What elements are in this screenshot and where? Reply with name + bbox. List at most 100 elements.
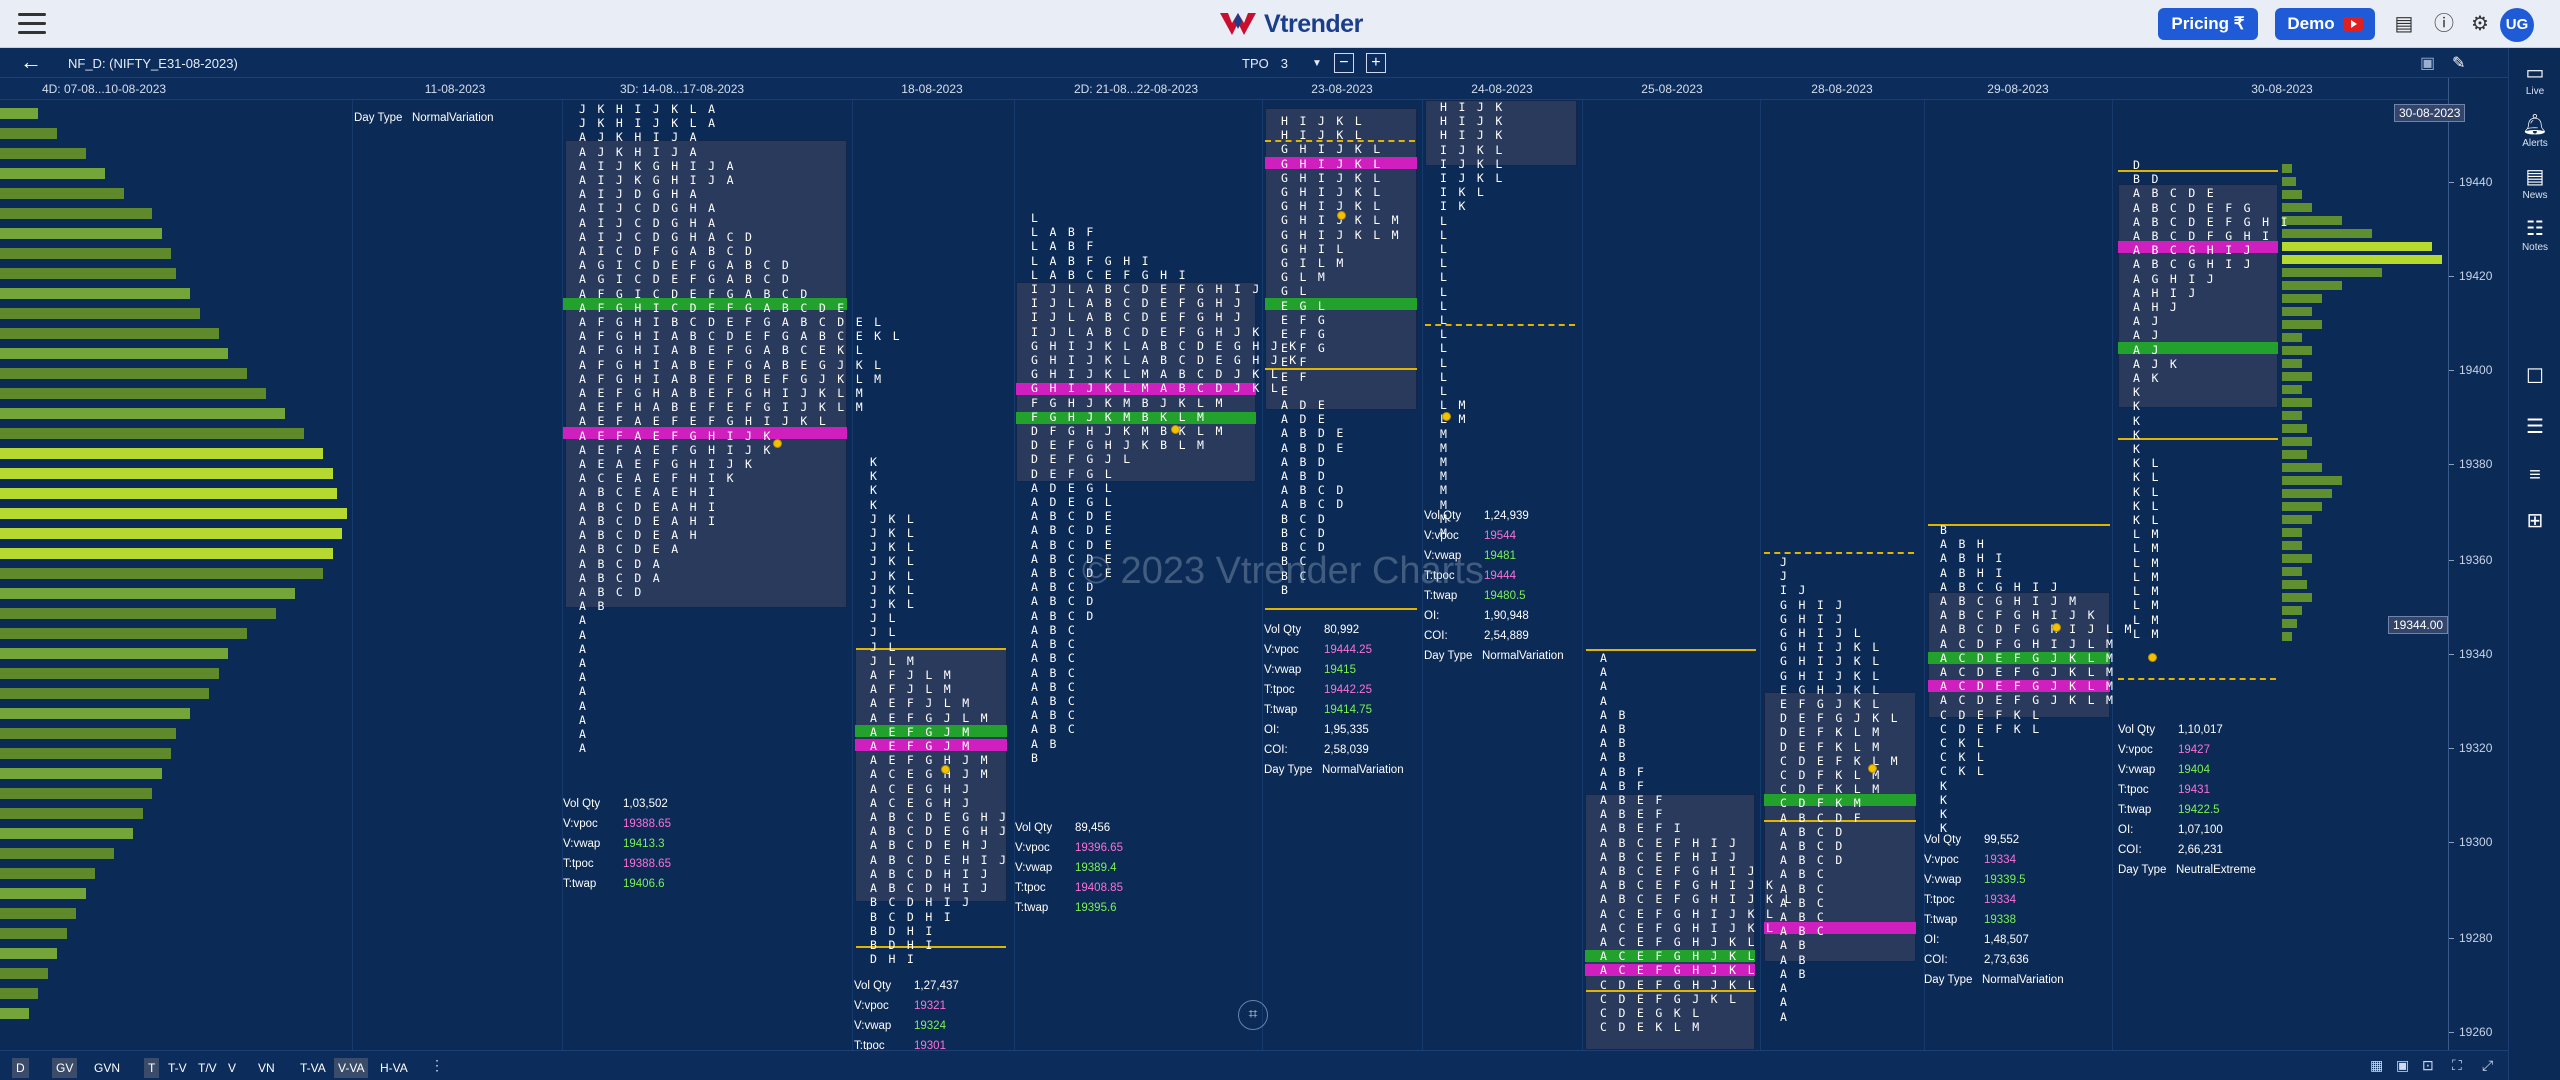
square-tool-icon[interactable]: ☐ xyxy=(2509,366,2560,388)
reset-icon[interactable]: ⊡ xyxy=(2422,1057,2434,1074)
save-icon[interactable]: ▣ xyxy=(2420,53,2435,73)
menu-icon[interactable] xyxy=(18,13,46,35)
volume-bar xyxy=(0,948,57,959)
volume-bar xyxy=(0,448,323,459)
document-icon[interactable]: ▤ xyxy=(2392,12,2416,36)
pricing-button[interactable]: Pricing ₹ xyxy=(2158,8,2258,40)
back-arrow-icon[interactable]: ← xyxy=(20,51,42,73)
volume-bar xyxy=(0,608,276,619)
date-label: 3D: 14-08...17-08-2023 xyxy=(619,82,745,96)
volume-bar xyxy=(0,848,114,859)
view-v-va-button[interactable]: V-VA xyxy=(334,1058,369,1078)
date-label: 11-08-2023 xyxy=(424,82,486,96)
volume-bar xyxy=(0,488,337,499)
tpo-select[interactable]: 3 ▼ xyxy=(1281,56,1322,71)
live-icon: ▭ xyxy=(2525,62,2545,84)
tpo-profile-28-08: J J I J G H I J G H I J G H I J L G H I … xyxy=(1780,555,1900,1024)
view-gv-button[interactable]: GV xyxy=(52,1058,78,1078)
view-d-button[interactable]: D xyxy=(12,1058,29,1078)
tpoc-dot xyxy=(1171,425,1180,434)
volume-bar xyxy=(0,828,133,839)
tpoc-dot xyxy=(2148,653,2157,662)
date-label: 4D: 07-08...10-08-2023 xyxy=(41,82,167,96)
price-axis[interactable]: 19440 19420 19400 19380 19360 19340 1932… xyxy=(2448,78,2508,1050)
y-tick: 19440 xyxy=(2448,175,2493,189)
date-marker: 30-08-2023 xyxy=(2394,104,2466,122)
zoom-in-button[interactable]: + xyxy=(1365,53,1386,73)
sidebar-item-alerts[interactable]: 🔔︎ Alerts xyxy=(2509,114,2560,149)
volume-bar xyxy=(0,708,190,719)
volume-bar xyxy=(0,728,176,739)
volume-bar xyxy=(0,868,95,879)
zoom-out-button[interactable]: − xyxy=(1333,53,1354,73)
volume-bar xyxy=(0,548,333,559)
volume-bar xyxy=(0,768,162,779)
volume-bar xyxy=(0,108,38,119)
image-icon[interactable]: ▣ xyxy=(2396,1057,2409,1074)
tpoc-dot xyxy=(1337,211,1346,220)
volume-bar xyxy=(2282,281,2342,290)
date-label: 29-08-2023 xyxy=(1987,82,2049,96)
logo-text: Vtrender xyxy=(1264,9,1363,38)
gear-icon[interactable]: ⚙ xyxy=(2468,12,2492,36)
stats-29-08: Vol Qty 1,10,017 V:vpoc 19427 V:vwap 19404 … xyxy=(2118,724,2256,876)
volume-bar xyxy=(0,168,105,179)
view-gvn-button[interactable]: GVN xyxy=(90,1058,124,1078)
volume-bar xyxy=(2282,255,2442,264)
volume-bar xyxy=(2282,476,2342,485)
demo-button[interactable]: Demo xyxy=(2275,8,2375,40)
view-vn-button[interactable]: VN xyxy=(254,1058,279,1078)
tpo-profile-3d: J K H I J K L A J K H I J K L A A J K H … xyxy=(579,102,902,756)
volume-bar xyxy=(0,1008,29,1019)
volume-bar xyxy=(0,348,228,359)
view-t-va-button[interactable]: T-VA xyxy=(296,1058,330,1078)
logo[interactable]: Vtrender xyxy=(1218,8,1363,40)
y-tick: 19420 xyxy=(2448,269,2493,283)
view-t-v-button[interactable]: T-V xyxy=(164,1058,191,1078)
y-tick: 19380 xyxy=(2448,457,2493,471)
stats-2d: Vol Qty 89,456 V:vpoc 19396.65 V:vwap 19389… xyxy=(1015,822,1123,914)
volume-bar xyxy=(0,568,323,579)
menu-tool-icon[interactable]: ≡ xyxy=(2509,464,2560,486)
volume-bar xyxy=(2282,268,2382,277)
volume-bar xyxy=(0,988,38,999)
volume-bar xyxy=(0,648,228,659)
table-icon[interactable]: ▦ xyxy=(2370,1057,2383,1074)
market-profile-chart[interactable]: 4D: 07-08...10-08-2023 11-08-2023 3D: 14… xyxy=(0,78,2508,1050)
news-icon: ▤ xyxy=(2525,166,2545,188)
y-tick: 19300 xyxy=(2448,835,2493,849)
volume-bar xyxy=(0,328,219,339)
fit-icon[interactable]: ⛶ xyxy=(2452,1057,2462,1074)
info-icon[interactable]: ⓘ xyxy=(2432,12,2456,36)
view-t-slash-v-button[interactable]: T/V xyxy=(194,1058,221,1078)
volume-bar xyxy=(0,508,347,519)
view-v-button[interactable]: V xyxy=(224,1058,240,1078)
y-tick: 19260 xyxy=(2448,1025,2493,1039)
sidebar-item-news[interactable]: ▤ News xyxy=(2509,166,2560,201)
volume-bar xyxy=(0,388,266,399)
y-tick: 19340 xyxy=(2448,647,2493,661)
tpo-label: TPO xyxy=(1242,55,1269,71)
sidebar-item-live[interactable]: ▭ Live xyxy=(2509,62,2560,97)
bottom-toolbar: D GV GVN T T-V T/V V VN T-VA V-VA H-VA ⋮… xyxy=(0,1050,2508,1080)
date-label: 25-08-2023 xyxy=(1641,82,1703,96)
day-type-header: Day Type NormalVariation xyxy=(354,112,494,124)
date-label: 2D: 21-08...22-08-2023 xyxy=(1073,82,1199,96)
more-options-icon[interactable]: ⋮ xyxy=(430,1057,444,1074)
tpo-profile-2d: L L A B F L A B F L A B F G H I L A B C … xyxy=(1031,211,1299,765)
volume-bar xyxy=(0,688,209,699)
tpo-profile-24-08: H I J K H I J K H I J K I J K L I J K L … xyxy=(1440,100,1505,541)
fullscreen-icon[interactable]: ⤢ xyxy=(2482,1057,2493,1074)
bookmark-icon[interactable]: ✎ xyxy=(2452,53,2465,73)
list-tool-icon[interactable]: ☰ xyxy=(2509,416,2560,438)
chevron-down-icon: ▼ xyxy=(1311,57,1322,69)
grid-tool-icon[interactable]: ⊞ xyxy=(2509,510,2560,532)
avatar[interactable]: UG xyxy=(2500,8,2534,42)
volume-bar xyxy=(0,308,200,319)
sidebar-item-notes[interactable]: ☷ Notes xyxy=(2509,218,2560,253)
y-tick: 19280 xyxy=(2448,931,2493,945)
view-t-button[interactable]: T xyxy=(144,1058,160,1078)
screenshot-icon[interactable]: ⌗ xyxy=(1238,1000,1268,1030)
tpo-profile-30-08: D B D A B C D E A B C D E F G A B C D E … xyxy=(2133,158,2290,641)
view-h-va-button[interactable]: H-VA xyxy=(376,1058,412,1078)
